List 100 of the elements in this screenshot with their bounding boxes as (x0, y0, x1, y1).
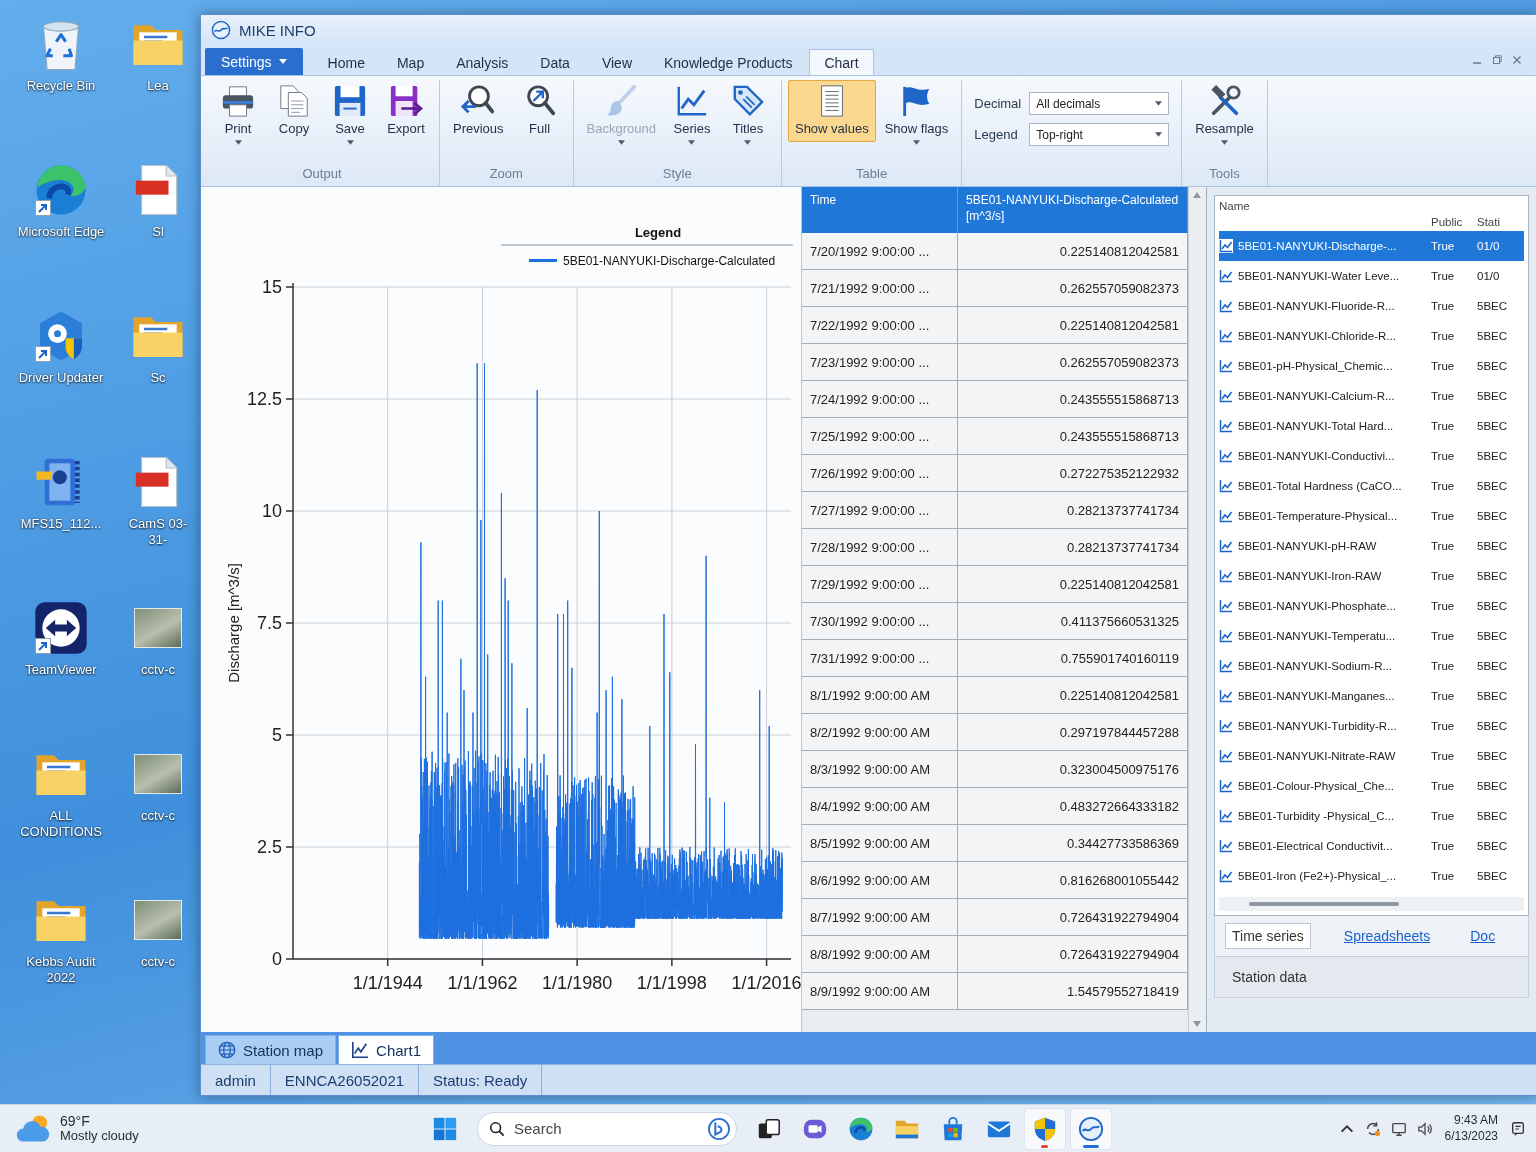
station-value: 5BEC (1477, 720, 1509, 732)
station-value: 01/0 (1477, 240, 1501, 252)
series-row[interactable]: 5BE01-NANYUKI-Chloride-R... True 5BEC (1219, 321, 1524, 351)
dropdown[interactable]: All decimals (1029, 92, 1170, 115)
series-row[interactable]: 5BE01-Colour-Physical_Che... True 5BEC (1219, 771, 1524, 801)
nav-link[interactable]: Doc (1463, 923, 1503, 949)
series-row[interactable]: 5BE01-NANYUKI-Phosphate... True 5BEC (1219, 591, 1524, 621)
series-row[interactable]: 5BE01-NANYUKI-Discharge-... True 01/0 (1219, 231, 1524, 261)
series-row[interactable]: 5BE01-NANYUKI-pH-RAW True 5BEC (1219, 531, 1524, 561)
series-row[interactable]: 5BE01-NANYUKI-Fluoride-R... True 5BEC (1219, 291, 1524, 321)
table-cell: 0.34427733586369 (958, 825, 1188, 862)
ribbon-button[interactable]: Resample (1188, 80, 1261, 150)
legend-label: 5BE01-NANYUKI-Discharge-Calculated (563, 254, 776, 268)
series-row[interactable]: 5BE01-NANYUKI-Nitrate-RAW True 5BEC (1219, 741, 1524, 771)
x-tick-label: 1/1/1962 (447, 973, 518, 993)
scroll-up-arrow-icon[interactable] (1193, 192, 1201, 198)
ribbon-button[interactable]: Export (379, 80, 433, 142)
x-tick-label: 1/1/1980 (542, 973, 613, 993)
line-chart-icon (1219, 779, 1233, 793)
dropdown[interactable]: Top-right (1029, 123, 1170, 146)
ribbon-button[interactable]: Previous (446, 80, 511, 142)
series-row[interactable]: 5BE01-NANYUKI-Conductivi... True 5BEC (1219, 441, 1524, 471)
weather-widget[interactable]: 69°F Mostly cloudy (10, 1110, 145, 1147)
series-row[interactable]: 5BE01-NANYUKI-Turbidity-R... True 5BEC (1219, 711, 1524, 741)
series-row[interactable]: 5BE01-NANYUKI-Temperatu... True 5BEC (1219, 621, 1524, 651)
series-name: 5BE01-NANYUKI-Temperatu... (1238, 630, 1396, 642)
document-tab[interactable]: Station map (205, 1035, 337, 1064)
series-name: 5BE01-NANYUKI-Manganes... (1238, 690, 1395, 702)
photo-thumbnail (134, 900, 182, 940)
station-value: 5BEC (1477, 780, 1509, 792)
station-value: 5BEC (1477, 300, 1509, 312)
b-logo-icon[interactable] (708, 1117, 730, 1140)
column-header[interactable]: Public (1431, 216, 1477, 228)
public-value: True (1431, 780, 1456, 792)
restore-icon[interactable] (1492, 55, 1502, 65)
ribbon-button[interactable]: Save (323, 80, 377, 150)
station-value: 5BEC (1477, 360, 1509, 372)
notification-icon[interactable] (1510, 1120, 1526, 1137)
ribbon-button[interactable]: Print (211, 80, 265, 150)
ribbon-tab[interactable]: Map (381, 49, 440, 75)
table-cell: 0.225140812042581 (958, 566, 1188, 603)
series-row[interactable]: 5BE01-NANYUKI-Sodium-R... True 5BEC (1219, 651, 1524, 681)
ribbon-button[interactable]: Copy (267, 80, 321, 142)
ribbon-tab[interactable]: Knowledge Products (649, 49, 808, 75)
column-header[interactable]: 5BE01-NANYUKI-Discharge-Calculated [m^3/s] (958, 187, 1188, 233)
table-cell: 0.225140812042581 (958, 233, 1188, 270)
column-header[interactable]: Name (1219, 200, 1431, 212)
table-cell: 8/9/1992 9:00:00 AM (802, 973, 958, 1010)
ribbon-button[interactable]: Show flags (877, 80, 956, 150)
ribbon-tab[interactable]: Home (312, 49, 380, 75)
line-chart-icon (1219, 239, 1233, 253)
series-row[interactable]: 5BE01-Iron (Fe2+)-Physical_... True 5BEC (1219, 861, 1524, 891)
line-chart-icon (1219, 449, 1233, 463)
close-icon[interactable] (1512, 55, 1522, 65)
ribbon-button[interactable]: Series (664, 80, 719, 150)
ribbon-button[interactable]: Full (512, 80, 567, 142)
ribbon-button[interactable]: Show values (787, 80, 876, 142)
series-row[interactable]: 5BE01-NANYUKI-Total Hard... True 5BEC (1219, 411, 1524, 441)
ribbon-button[interactable]: Titles (720, 80, 775, 150)
public-value: True (1431, 390, 1456, 402)
series-row[interactable]: 5BE01-NANYUKI-Iron-RAW True 5BEC (1219, 561, 1524, 591)
series-row[interactable]: 5BE01-Turbidity -Physical_C... True 5BEC (1219, 801, 1524, 831)
documents-icon (277, 84, 311, 118)
ribbon-tab[interactable]: View (586, 49, 647, 75)
series-row[interactable]: 5BE01-Total Hardness (CaCO... True 5BEC (1219, 471, 1524, 501)
monitor-icon[interactable] (1390, 1120, 1407, 1137)
table-cell: 0.323004500975176 (958, 751, 1188, 788)
search-field[interactable]: Search (477, 1111, 737, 1146)
document-tab[interactable]: Chart1 (338, 1035, 435, 1064)
station-value: 5BEC (1477, 480, 1509, 492)
ribbon-tab[interactable]: Chart (809, 49, 874, 75)
series-row[interactable]: 5BE01-Electrical Conductivit... True 5BEC (1219, 831, 1524, 861)
globe-icon (218, 1041, 236, 1059)
y-axis-title: Discharge [m^3/s] (225, 563, 242, 683)
ribbon-tab[interactable]: Analysis (441, 49, 524, 75)
speaker-icon[interactable] (1416, 1120, 1433, 1137)
scroll-down-arrow-icon[interactable] (1193, 1021, 1201, 1027)
y-tick-label: 2.5 (256, 837, 282, 857)
column-header[interactable]: Time (802, 187, 958, 233)
horizontal-scrollbar[interactable] (1219, 897, 1524, 911)
series-row[interactable]: 5BE01-NANYUKI-Calcium-R... True 5BEC (1219, 381, 1524, 411)
series-row[interactable]: 5BE01-NANYUKI-Water Leve... True 01/0 (1219, 261, 1524, 291)
ribbon-tab[interactable]: Data (525, 49, 585, 75)
y-tick-label: 15 (261, 277, 282, 297)
column-header[interactable]: Stati (1477, 216, 1524, 228)
public-value: True (1431, 600, 1456, 612)
series-row[interactable]: 5BE01-NANYUKI-Manganes... True 5BEC (1219, 681, 1524, 711)
sync-icon[interactable] (1364, 1120, 1381, 1137)
swirl-logo-icon (848, 1115, 874, 1142)
nav-tab[interactable]: Station data (1225, 964, 1314, 990)
nav-link[interactable]: Spreadsheets (1336, 923, 1438, 949)
shield-icon (1032, 1115, 1058, 1142)
clock[interactable]: 9:43 AM 6/13/2023 (1442, 1112, 1500, 1145)
scrollbar-thumb[interactable] (1249, 902, 1399, 906)
settings-menu-button[interactable]: Settings (205, 48, 303, 75)
table-cell: 8/7/1992 9:00:00 AM (802, 899, 958, 936)
series-row[interactable]: 5BE01-Temperature-Physical... True 5BEC (1219, 501, 1524, 531)
nav-tab[interactable]: Time series (1225, 923, 1311, 949)
table-cell: 0.243555515868713 (958, 381, 1188, 418)
series-row[interactable]: 5BE01-pH-Physical_Chemic... True 5BEC (1219, 351, 1524, 381)
